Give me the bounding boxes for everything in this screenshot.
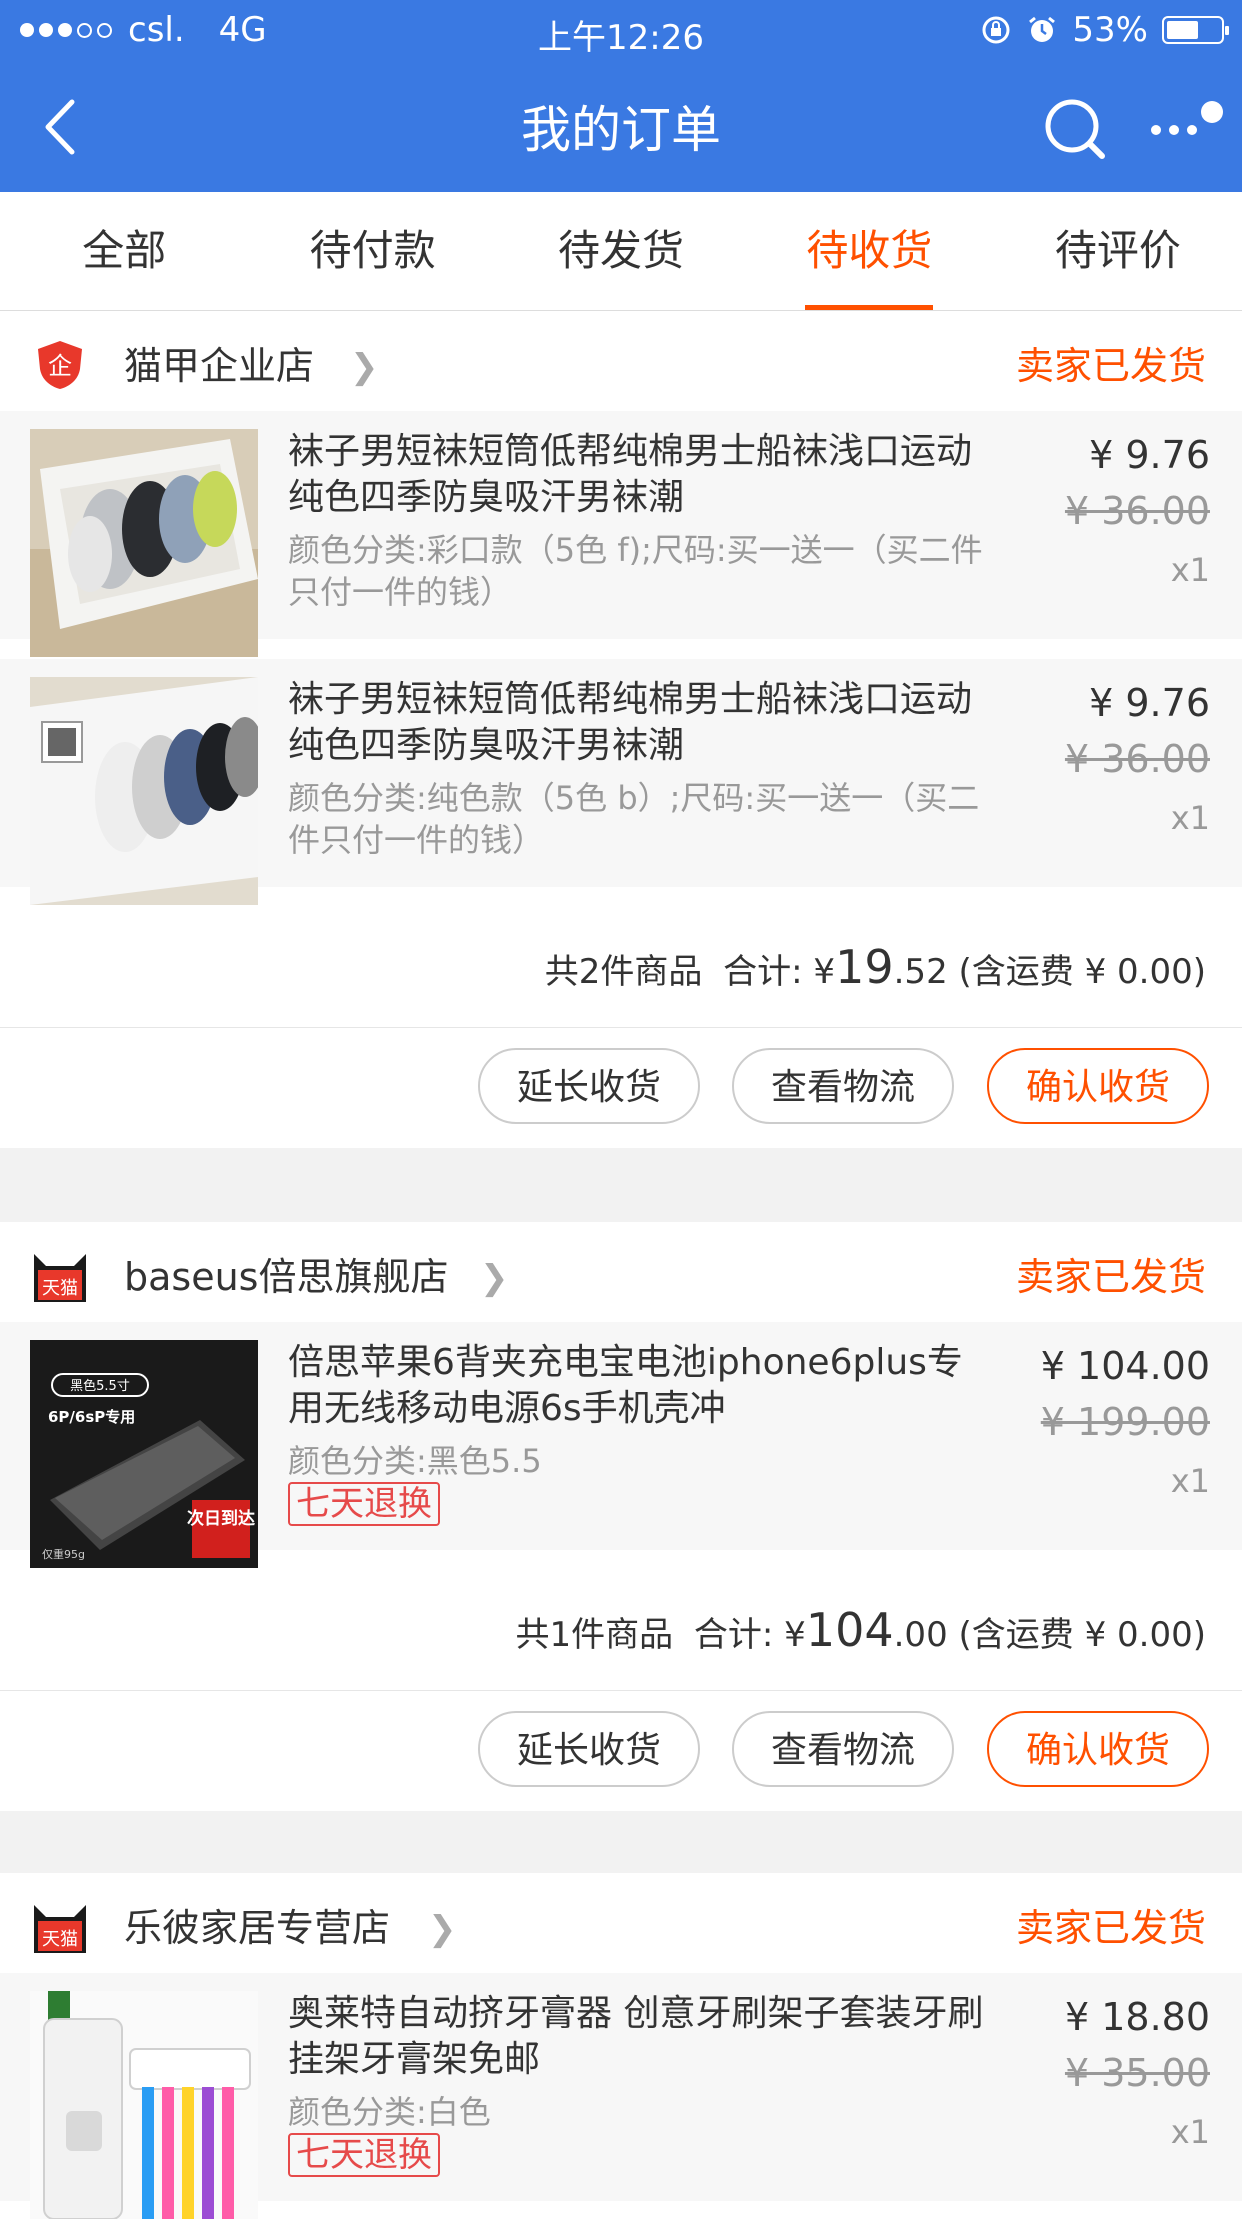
- search-icon[interactable]: [1040, 94, 1110, 164]
- product-sku: 颜色分类:白色: [288, 2093, 491, 2131]
- shipping-fee: (含运费 ¥ 0.00): [958, 952, 1206, 992]
- total-label: 合计: ¥: [723, 952, 836, 992]
- svg-text:天猫: 天猫: [42, 1929, 78, 1950]
- product-original-price: ¥ 35.00: [1064, 2051, 1210, 2095]
- order-summary: 共2件商品 合计: ¥19.52 (含运费 ¥ 0.00): [0, 907, 1242, 1028]
- tab-all[interactable]: 全部: [0, 192, 248, 310]
- product-quantity: x1: [1170, 2113, 1210, 2151]
- order-summary: 共1件商品 合计: ¥104.00 (含运费 ¥ 0.00): [0, 1570, 1242, 1691]
- product-sku: 颜色分类:黑色5.5: [288, 1442, 542, 1480]
- view-logistics-button[interactable]: 查看物流: [732, 1711, 954, 1787]
- product-quantity: x1: [1170, 799, 1210, 837]
- order-item[interactable]: 袜子男短袜短筒低帮纯棉男士船袜浅口运动纯色四季防臭吸汗男袜潮 颜色分类:纯色款（…: [0, 659, 1242, 907]
- order-status-tabs: 全部 待付款 待发货 待收货 待评价: [0, 192, 1242, 311]
- svg-text:6P/6sP专用: 6P/6sP专用: [48, 1408, 135, 1426]
- product-quantity: x1: [1170, 551, 1210, 589]
- chevron-right-icon: ❯: [428, 1909, 457, 1949]
- product-original-price: ¥ 199.00: [1040, 1400, 1210, 1444]
- svg-text:天猫: 天猫: [42, 1278, 78, 1299]
- tmall-cat-icon: 天猫: [34, 1254, 86, 1302]
- shop-name: baseus倍思旗舰店: [124, 1255, 449, 1299]
- order-actions: 延长收货 查看物流 确认收货: [0, 1028, 1242, 1148]
- svg-text:黑色5.5寸: 黑色5.5寸: [70, 1378, 130, 1394]
- battery-percent: 53%: [1072, 10, 1148, 50]
- order-status: 卖家已发货: [1015, 1255, 1206, 1299]
- shop-header[interactable]: 天猫 baseus倍思旗舰店 ❯ 卖家已发货: [0, 1222, 1242, 1322]
- tab-pending-shipment[interactable]: 待发货: [497, 192, 745, 310]
- rotation-lock-icon: [982, 16, 1010, 44]
- total-label: 合计: ¥: [693, 1615, 806, 1655]
- shop-name: 乐彼家居专营店: [124, 1906, 391, 1950]
- order-actions: 延长收货 查看物流 确认收货: [0, 1691, 1242, 1811]
- svg-text:企: 企: [48, 352, 72, 380]
- shop-header[interactable]: 企 猫甲企业店 ❯ 卖家已发货: [0, 311, 1242, 411]
- order-item[interactable]: 黑色5.5寸 6P/6sP专用 次日到达 仅重95g 倍思苹果6背夹充电宝电池i…: [0, 1322, 1242, 1570]
- more-icon[interactable]: [1146, 96, 1226, 156]
- product-title: 袜子男短袜短筒低帮纯棉男士船袜浅口运动纯色四季防臭吸汗男袜潮: [288, 679, 973, 766]
- order-card: 企 猫甲企业店 ❯ 卖家已发货 袜子男短袜短筒低帮纯棉男士船袜浅口运动纯色四季防…: [0, 311, 1242, 1148]
- product-image: [30, 1991, 258, 2219]
- product-price: ¥ 104.00: [1040, 1344, 1210, 1388]
- tab-pending-receipt[interactable]: 待收货: [745, 192, 993, 310]
- product-price: ¥ 9.76: [1089, 433, 1210, 477]
- extend-receipt-button[interactable]: 延长收货: [478, 1048, 700, 1124]
- order-card: 天猫 baseus倍思旗舰店 ❯ 卖家已发货 黑色5.5寸 6P/6sP专用 次…: [0, 1222, 1242, 1811]
- shop-header[interactable]: 天猫 乐彼家居专营店 ❯ 卖家已发货: [0, 1873, 1242, 1973]
- order-status: 卖家已发货: [1015, 344, 1206, 388]
- product-title: 奥莱特自动挤牙膏器 创意牙刷架子套装牙刷挂架牙膏架免邮: [288, 1993, 984, 2080]
- status-bar: csl. 4G 上午12:26 53%: [0, 0, 1242, 62]
- product-original-price: ¥ 36.00: [1064, 737, 1210, 781]
- seven-day-return-badge: 七天退换: [288, 1482, 440, 1526]
- product-quantity: x1: [1170, 1462, 1210, 1500]
- nav-bar: 我的订单: [0, 62, 1242, 192]
- section-divider: [0, 1194, 1242, 1222]
- seven-day-return-badge: 七天退换: [288, 2133, 440, 2177]
- order-status: 卖家已发货: [1015, 1906, 1206, 1950]
- product-price: ¥ 18.80: [1064, 1995, 1210, 2039]
- total-decimal: .52: [893, 952, 948, 992]
- product-image: [30, 429, 258, 657]
- shop-name: 猫甲企业店: [124, 344, 315, 388]
- view-logistics-button[interactable]: 查看物流: [732, 1048, 954, 1124]
- confirm-receipt-button[interactable]: 确认收货: [987, 1711, 1209, 1787]
- order-item[interactable]: 奥莱特自动挤牙膏器 创意牙刷架子套装牙刷挂架牙膏架免邮 颜色分类:白色 七天退换…: [0, 1973, 1242, 2221]
- tab-pending-review[interactable]: 待评价: [994, 192, 1242, 310]
- svg-text:次日到达: 次日到达: [187, 1508, 255, 1529]
- order-card: 天猫 乐彼家居专营店 ❯ 卖家已发货 奥莱特自动挤牙膏器 创意牙刷架子套装牙刷挂…: [0, 1873, 1242, 2221]
- confirm-receipt-button[interactable]: 确认收货: [987, 1048, 1209, 1124]
- product-title: 袜子男短袜短筒低帮纯棉男士船袜浅口运动纯色四季防臭吸汗男袜潮: [288, 431, 973, 518]
- alarm-icon: [1029, 16, 1056, 42]
- item-count: 共1件商品: [515, 1615, 674, 1655]
- shipping-fee: (含运费 ¥ 0.00): [958, 1615, 1206, 1655]
- chevron-right-icon: ❯: [480, 1258, 509, 1298]
- tmall-cat-icon: 天猫: [34, 1905, 86, 1953]
- chevron-right-icon: ❯: [350, 347, 379, 387]
- tab-pending-payment[interactable]: 待付款: [248, 192, 496, 310]
- product-title: 倍思苹果6背夹充电宝电池iphone6plus专用无线移动电源6s手机壳冲: [288, 1342, 963, 1429]
- product-sku: 颜色分类:彩口款（5色 f);尺码:买一送一（买二件只付一件的钱）: [288, 531, 983, 611]
- product-original-price: ¥ 36.00: [1064, 489, 1210, 533]
- enterprise-shield-icon: 企: [38, 341, 82, 389]
- section-divider: [0, 1845, 1242, 1873]
- total-decimal: .00: [893, 1615, 948, 1655]
- total-integer: 104: [805, 1603, 894, 1657]
- product-sku: 颜色分类:纯色款（5色 b）;尺码:买一送一（买二件只付一件的钱）: [288, 779, 980, 859]
- order-item[interactable]: 袜子男短袜短筒低帮纯棉男士船袜浅口运动纯色四季防臭吸汗男袜潮 颜色分类:彩口款（…: [0, 411, 1242, 659]
- total-integer: 19: [835, 940, 894, 994]
- item-count: 共2件商品: [544, 952, 703, 992]
- product-image: 黑色5.5寸 6P/6sP专用 次日到达 仅重95g: [30, 1340, 258, 1568]
- extend-receipt-button[interactable]: 延长收货: [478, 1711, 700, 1787]
- svg-text:仅重95g: 仅重95g: [42, 1547, 85, 1561]
- product-image: [30, 677, 258, 905]
- battery-icon: [1162, 16, 1229, 44]
- product-price: ¥ 9.76: [1089, 681, 1210, 725]
